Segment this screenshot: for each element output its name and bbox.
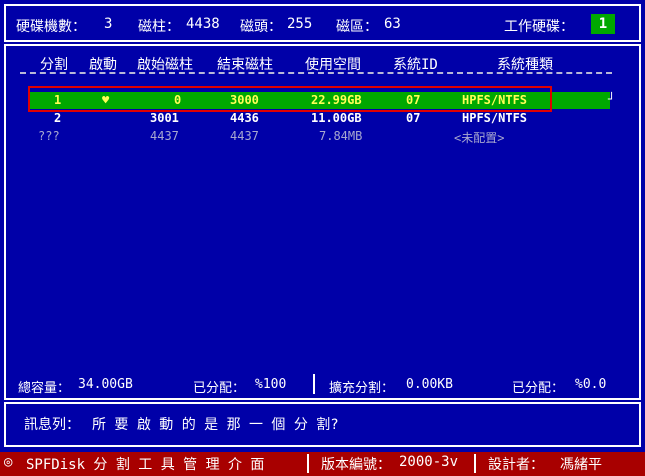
col-start-cylinder: 啟始磁柱 [137,57,193,73]
sectors-value: 63 [384,16,401,32]
message-text: 所 要 啟 動 的 是 那 一 個 分 割? [92,417,339,433]
target-icon: ◎ [4,454,13,470]
cell-systype: HPFS/NTFS [462,111,528,125]
header-divider [20,72,612,74]
col-system-type: 系統種類 [497,57,553,73]
app-name: SPFDisk 分 割 工 具 管 理 介 面 [26,457,265,473]
allocated-label: 已分配： [193,381,246,396]
col-system-id: 系統ID [393,57,438,73]
message-line: 訊息列： 所 要 啟 動 的 是 那 一 個 分 割? [24,414,339,434]
working-disk-label: 工作硬碟： [504,19,574,35]
designer-label: 設計者： [488,457,544,473]
cell-sysid: 07 [406,111,421,125]
selection-highlight-box [28,86,552,112]
table-row[interactable]: ??? 4437 4437 7.84MB <未配置> [30,128,610,145]
version-value: 2000-3v [399,454,459,470]
extended-label: 擴充分割： [329,381,395,396]
col-used-space: 使用空間 [305,57,361,73]
heads-label: 磁頭： [240,19,282,35]
cell-start: 3001 [150,111,179,125]
designer-value: 馮緒平 [560,457,602,473]
heads-value: 255 [287,16,313,32]
cell-end: 4436 [230,111,259,125]
cell-partition: ??? [38,129,60,143]
disk-count-label: 硬碟機數： [16,19,86,35]
row-tail-glyph: ┘ [608,92,616,106]
cell-size: 11.00GB [311,111,362,125]
allocated-value: %100 [255,377,287,392]
version-label: 版本編號： [321,457,391,473]
total-capacity-value: 34.00GB [78,377,133,392]
cylinders-value: 4438 [186,16,220,32]
total-capacity-label: 總容量： [18,381,71,396]
cell-systype: <未配置> [454,131,505,145]
working-disk-badge[interactable]: 1 [591,14,615,34]
cell-partition: 2 [54,111,62,125]
cell-start: 4437 [150,129,179,143]
status-divider [474,454,476,473]
summary-divider [313,374,315,394]
col-end-cylinder: 結束磁柱 [217,57,273,73]
disk-count-value: 3 [104,16,113,32]
cylinders-label: 磁柱： [138,19,180,35]
cell-end: 4437 [230,129,259,143]
status-bar: ◎ SPFDisk 分 割 工 具 管 理 介 面 版本編號： 2000-3v … [0,452,645,476]
extended-value: 0.00KB [406,377,453,392]
ext-allocated-value: %0.0 [575,377,607,392]
ext-allocated-label: 已分配： [512,381,565,396]
col-boot: 啟動 [89,57,117,73]
col-partition: 分割 [40,57,68,73]
cell-size: 7.84MB [319,129,363,143]
message-label: 訊息列： [24,417,80,433]
table-row[interactable]: 2 3001 4436 11.00GB 07 HPFS/NTFS [30,110,610,127]
sectors-label: 磁區： [336,19,378,35]
status-divider [307,454,309,473]
